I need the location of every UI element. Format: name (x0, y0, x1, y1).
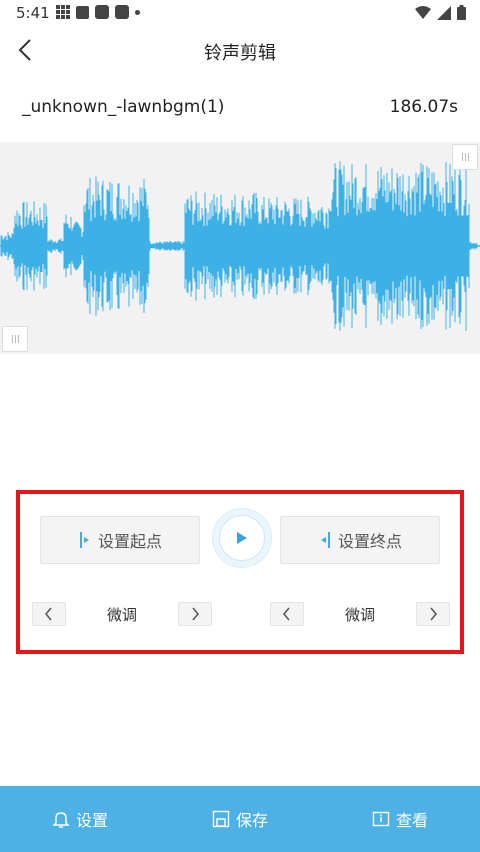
settings-label: 设置 (75, 811, 108, 830)
signal-icon (437, 5, 451, 20)
save-icon (212, 810, 230, 828)
chevron-left-icon (283, 607, 290, 621)
start-fine-label: 微调 (106, 606, 137, 624)
notification-icons (56, 5, 140, 19)
end-handle[interactable] (452, 144, 478, 170)
play-button[interactable] (212, 508, 272, 568)
start-increase-button[interactable] (178, 602, 212, 626)
chevron-left-icon (45, 607, 52, 621)
start-decrease-button[interactable] (32, 602, 66, 626)
set-end-label: 设置终点 (337, 532, 402, 551)
start-fine-tune: 微调 (32, 602, 212, 628)
dot-icon (135, 9, 140, 15)
square-app-icon (115, 5, 129, 19)
app-bar: 铃声剪辑 (0, 28, 480, 72)
start-handle[interactable] (2, 326, 28, 352)
end-fine-label: 微调 (344, 606, 375, 624)
view-button[interactable]: 查看 (320, 786, 480, 852)
waveform-graph (0, 161, 480, 331)
info-icon (372, 811, 390, 827)
end-fine-tune: 微调 (270, 602, 450, 628)
play-icon (237, 532, 247, 544)
bell-icon (52, 812, 70, 828)
set-start-icon (79, 532, 89, 548)
save-button[interactable]: 保存 (160, 786, 320, 852)
view-label: 查看 (395, 811, 428, 830)
battery-icon (457, 5, 466, 20)
a-app-icon (76, 5, 89, 19)
trim-controls: 设置起点 设置终点 微调 微调 (16, 490, 464, 654)
chevron-right-icon (430, 607, 437, 621)
save-label: 保存 (235, 811, 268, 830)
end-increase-button[interactable] (416, 602, 450, 626)
set-end-icon (320, 532, 330, 548)
file-info: _unknown_-lawnbgm(1) 186.07s (0, 94, 480, 124)
file-duration: 186.07s (389, 97, 458, 117)
wifi-icon (415, 5, 431, 19)
waveform-view[interactable] (0, 142, 480, 354)
end-decrease-button[interactable] (270, 602, 304, 626)
status-bar: 5:41 (0, 0, 480, 28)
page-title: 铃声剪辑 (204, 43, 276, 64)
file-name: _unknown_-lawnbgm(1) (22, 97, 225, 117)
status-time: 5:41 (16, 4, 50, 22)
chevron-right-icon (192, 607, 199, 621)
set-start-label: 设置起点 (97, 532, 162, 551)
set-end-button[interactable]: 设置终点 (280, 516, 440, 564)
recorder-app-icon (95, 5, 109, 19)
set-start-button[interactable]: 设置起点 (40, 516, 200, 564)
bottom-bar: 设置 保存 查看 (0, 786, 480, 852)
settings-button[interactable]: 设置 (0, 786, 160, 852)
play-button-inner (219, 515, 265, 561)
grid-app-icon (56, 5, 70, 19)
system-icons (415, 5, 466, 20)
